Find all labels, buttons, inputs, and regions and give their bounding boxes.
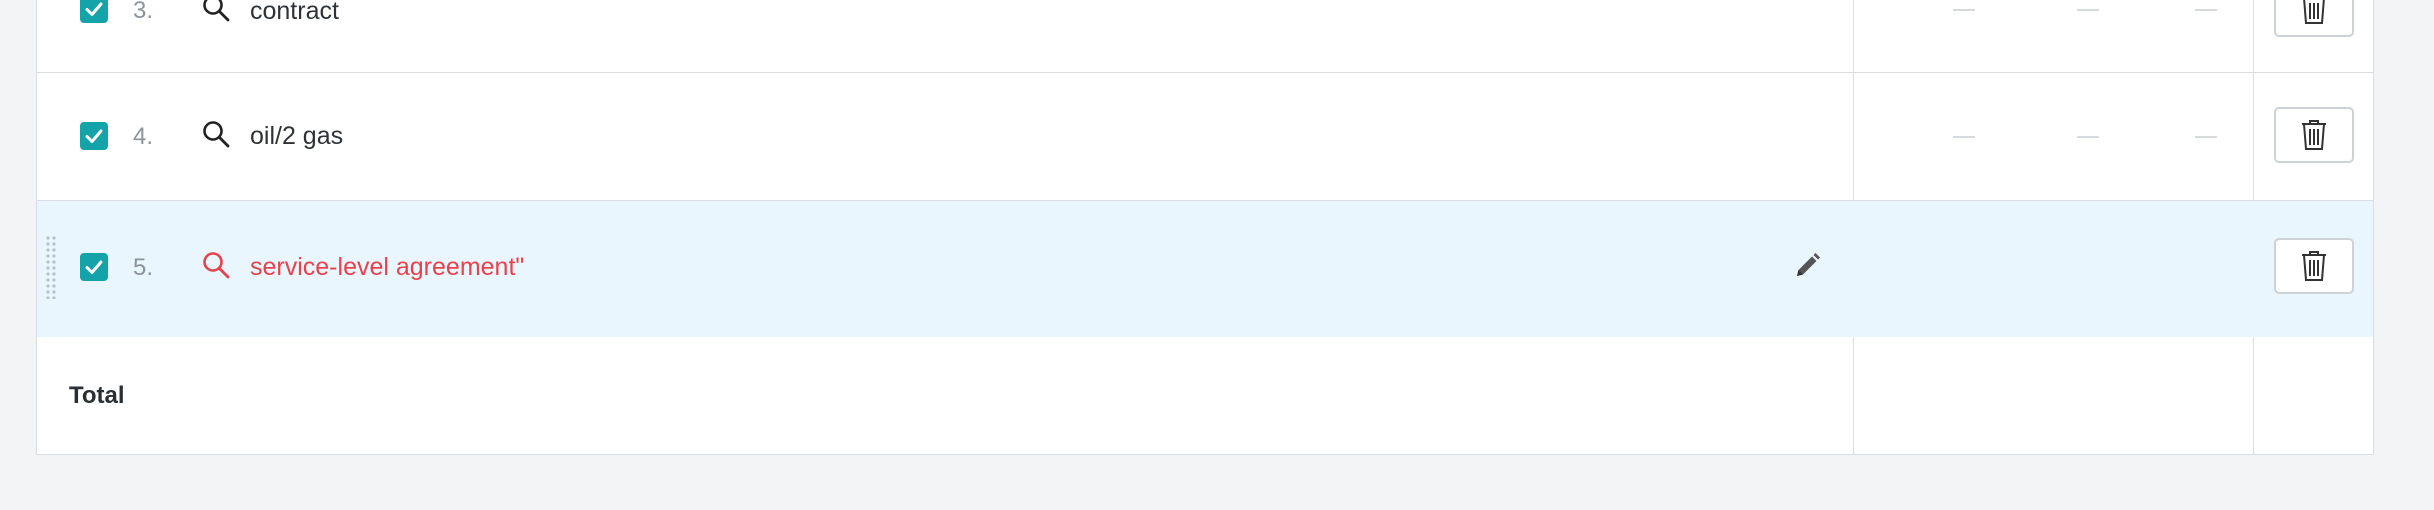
row-checkbox[interactable] [80, 0, 108, 23]
search-icon [203, 121, 230, 148]
trash-icon [2302, 251, 2326, 281]
pencil-icon[interactable] [1793, 252, 1821, 280]
row-index: 3. [133, 0, 154, 24]
table-row: 4. oil/2 gas [37, 73, 2373, 201]
stat-empty [2077, 136, 2099, 138]
stat-empty [2077, 9, 2099, 11]
total-label: Total [69, 382, 125, 409]
row-checkbox[interactable] [80, 253, 108, 281]
row-index: 4. [133, 123, 154, 150]
stat-empty [1953, 136, 1975, 138]
check-icon [85, 260, 103, 274]
table-row: 3. contract [37, 0, 2373, 73]
trash-icon [2303, 0, 2325, 24]
stat-empty [1953, 9, 1975, 11]
trash-icon [2302, 120, 2326, 150]
row-checkbox[interactable] [80, 122, 108, 150]
delete-button[interactable] [2274, 0, 2354, 37]
table-row-active[interactable]: 5. service-level agreement" [37, 201, 2373, 337]
total-row: Total [37, 337, 2373, 455]
drag-handle-icon[interactable] [45, 235, 57, 299]
row-index: 5. [133, 254, 154, 281]
delete-button[interactable] [2274, 107, 2354, 163]
search-icon [203, 252, 230, 279]
stat-empty [2195, 9, 2217, 11]
search-term-text-error[interactable]: service-level agreement" [250, 253, 524, 282]
search-term-text[interactable]: contract [250, 0, 339, 26]
stat-empty [2195, 136, 2217, 138]
search-terms-table: 3. contract 4. oil/2 gas 5. service-leve… [36, 0, 2374, 455]
search-term-text[interactable]: oil/2 gas [250, 122, 343, 151]
check-icon [85, 2, 103, 16]
delete-button[interactable] [2274, 238, 2354, 294]
search-icon [203, 0, 230, 22]
check-icon [85, 129, 103, 143]
